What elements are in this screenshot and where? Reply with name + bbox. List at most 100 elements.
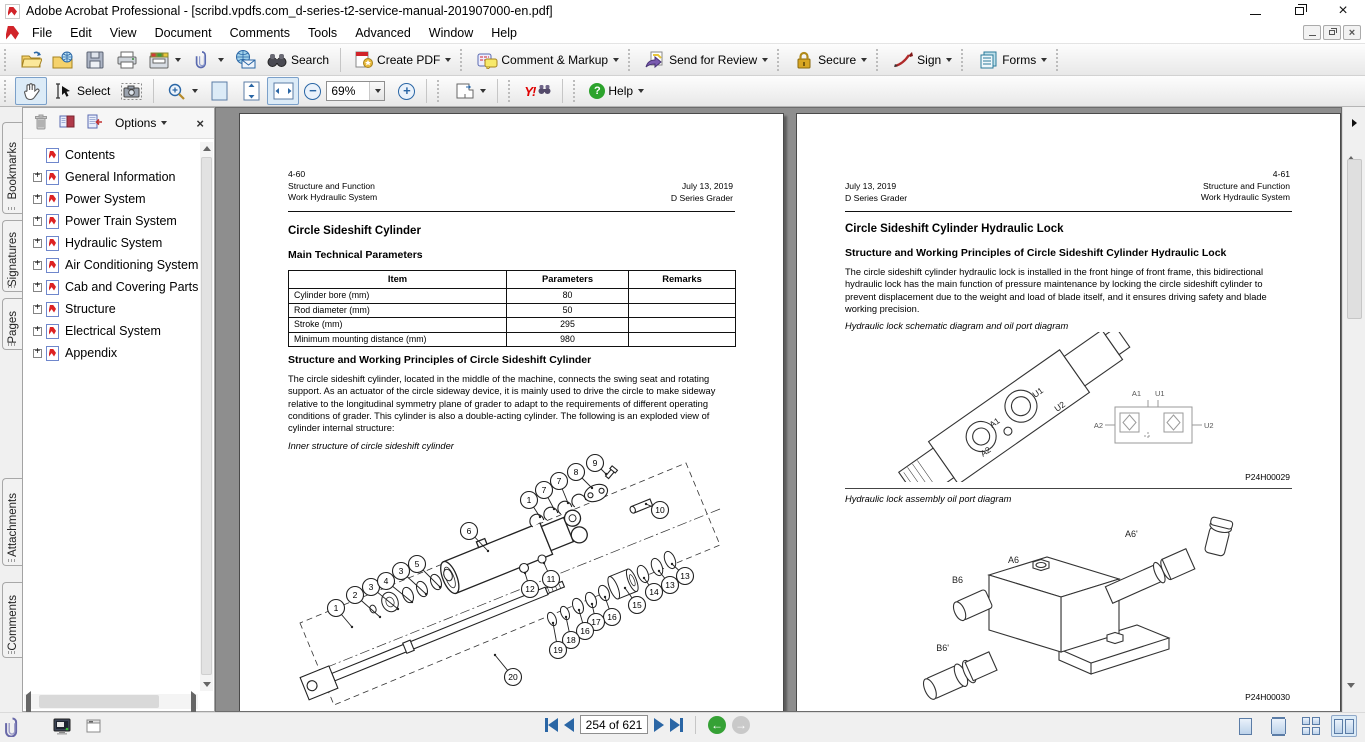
- close-button[interactable]: ×: [1321, 0, 1365, 22]
- attach-button[interactable]: [186, 46, 229, 74]
- menu-document[interactable]: Document: [146, 24, 221, 42]
- expand-plus-icon[interactable]: [33, 283, 42, 292]
- bookmark-item[interactable]: Power Train System: [27, 210, 198, 232]
- snapshot-button[interactable]: [115, 77, 147, 105]
- toolbar-separator: [153, 79, 154, 103]
- help-icon: ?: [589, 83, 605, 99]
- open-button[interactable]: [15, 46, 47, 74]
- search-button[interactable]: Search: [261, 46, 334, 74]
- bookmark-item[interactable]: Cab and Covering Parts: [27, 276, 198, 298]
- menu-file[interactable]: File: [23, 24, 61, 42]
- figure-divider: [845, 488, 1292, 489]
- menu-view[interactable]: View: [101, 24, 146, 42]
- bookmarks-vertical-scrollbar[interactable]: [200, 142, 213, 691]
- facing-pages-button[interactable]: [1331, 715, 1357, 737]
- nav-tab-pages[interactable]: Pages: [2, 298, 22, 350]
- bookmark-item[interactable]: Appendix: [27, 342, 198, 364]
- select-tool-button[interactable]: Select: [47, 77, 115, 105]
- expand-plus-icon[interactable]: [33, 349, 42, 358]
- fit-page-button[interactable]: [203, 77, 235, 105]
- print-button[interactable]: [111, 46, 143, 74]
- next-page-button[interactable]: [654, 718, 664, 732]
- bookmark-item[interactable]: Hydraulic System: [27, 232, 198, 254]
- scrollbar-thumb[interactable]: [39, 695, 159, 708]
- nav-tab-bookmarks[interactable]: Bookmarks: [2, 122, 22, 214]
- next-view-button[interactable]: →: [732, 716, 750, 734]
- scrollbar-thumb[interactable]: [201, 157, 212, 675]
- task-button-comment-markup[interactable]: Comment & Markup: [471, 46, 624, 74]
- scroll-up-icon[interactable]: [1347, 139, 1355, 161]
- task-button-create-pdf[interactable]: Create PDF: [347, 46, 456, 74]
- fit-height-button[interactable]: [235, 77, 267, 105]
- email-button[interactable]: [229, 46, 261, 74]
- previous-view-button[interactable]: ←: [708, 716, 726, 734]
- expand-plus-icon[interactable]: [33, 261, 42, 270]
- nav-tab-signatures[interactable]: Signatures: [2, 220, 22, 292]
- menu-advanced[interactable]: Advanced: [346, 24, 420, 42]
- bookmark-item[interactable]: Structure: [27, 298, 198, 320]
- bookmark-item[interactable]: Contents: [27, 144, 198, 166]
- help-button[interactable]: ? Help: [584, 80, 649, 102]
- nav-tab-attachments[interactable]: Attachments: [2, 478, 22, 566]
- bookmarks-close-icon[interactable]: ×: [196, 116, 204, 131]
- doc-close-button[interactable]: ×: [1343, 25, 1361, 40]
- task-button-forms[interactable]: Forms: [972, 46, 1052, 74]
- last-page-button[interactable]: [670, 718, 683, 732]
- document-area[interactable]: 4-60 Structure and Function Work Hydraul…: [215, 107, 1342, 712]
- pane-collapse-button[interactable]: [1347, 113, 1362, 131]
- task-button-sign[interactable]: Sign: [887, 46, 957, 74]
- task-button-secure[interactable]: Secure: [788, 46, 872, 74]
- menu-edit[interactable]: Edit: [61, 24, 101, 42]
- previous-page-button[interactable]: [564, 718, 574, 732]
- page-layout-button[interactable]: [448, 77, 491, 105]
- preview-monitor-icon[interactable]: [53, 718, 72, 741]
- zoom-tool-button[interactable]: [160, 77, 203, 105]
- nav-tab-comments[interactable]: Comments: [2, 582, 22, 658]
- zoom-in-button[interactable]: +: [393, 80, 420, 103]
- delete-bookmark-icon[interactable]: [34, 114, 48, 133]
- expand-plus-icon[interactable]: [33, 327, 42, 336]
- menu-tools[interactable]: Tools: [299, 24, 346, 42]
- doc-minimize-button[interactable]: [1303, 25, 1321, 40]
- menu-comments[interactable]: Comments: [221, 24, 299, 42]
- zoom-dropdown-button[interactable]: [369, 82, 384, 100]
- pdf-page-icon: [46, 148, 59, 163]
- zoom-out-button[interactable]: −: [299, 80, 326, 103]
- window-box-icon[interactable]: [86, 719, 102, 739]
- first-page-button[interactable]: [545, 718, 558, 732]
- expand-plus-icon[interactable]: [33, 239, 42, 248]
- expand-plus-icon[interactable]: [33, 195, 42, 204]
- document-vertical-scrollbar[interactable]: [1342, 107, 1365, 712]
- task-button-send-for-review[interactable]: Send for Review: [639, 46, 773, 74]
- hand-tool-button[interactable]: [15, 77, 47, 105]
- bookmarks-horizontal-scrollbar[interactable]: [24, 694, 198, 709]
- bookmark-item[interactable]: Power System: [27, 188, 198, 210]
- save-button[interactable]: [79, 46, 111, 74]
- organizer-button[interactable]: [143, 46, 186, 74]
- single-page-button[interactable]: [1232, 715, 1258, 737]
- menu-help[interactable]: Help: [482, 24, 526, 42]
- yahoo-search-button[interactable]: Y!: [519, 81, 556, 102]
- restore-button[interactable]: [1277, 0, 1321, 22]
- expand-plus-icon[interactable]: [33, 305, 42, 314]
- continuous-facing-button[interactable]: [1298, 715, 1324, 737]
- expand-plus-icon[interactable]: [33, 173, 42, 182]
- page-number-input[interactable]: [580, 715, 648, 734]
- bookmark-item[interactable]: General Information: [27, 166, 198, 188]
- bookmark-item[interactable]: Electrical System: [27, 320, 198, 342]
- continuous-page-button[interactable]: [1265, 715, 1291, 737]
- scroll-down-icon[interactable]: [1347, 683, 1355, 705]
- minimize-button[interactable]: [1233, 0, 1277, 22]
- new-bookmark-icon[interactable]: [87, 114, 103, 132]
- zoom-level-input[interactable]: [327, 83, 369, 99]
- menu-window[interactable]: Window: [420, 24, 482, 42]
- open-web-button[interactable]: [47, 46, 79, 74]
- bookmark-item[interactable]: Air Conditioning System: [27, 254, 198, 276]
- scrollbar-thumb[interactable]: [1347, 159, 1362, 319]
- bookmarks-options-button[interactable]: Options: [115, 116, 167, 130]
- fit-width-button[interactable]: [267, 77, 299, 105]
- expand-current-bookmark-icon[interactable]: [59, 114, 76, 132]
- attachments-paperclip-icon[interactable]: [4, 716, 21, 742]
- expand-plus-icon[interactable]: [33, 217, 42, 226]
- doc-restore-button[interactable]: [1323, 25, 1341, 40]
